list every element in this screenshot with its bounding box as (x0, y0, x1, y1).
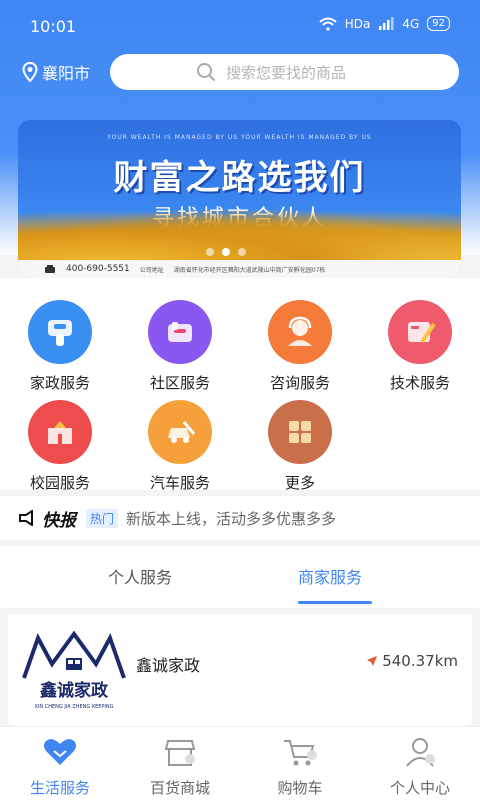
search-input[interactable]: 搜索您要找的商品 (110, 54, 459, 90)
search-placeholder: 搜索您要找的商品 (226, 63, 347, 82)
service-housekeeping[interactable]: 家政服务 (0, 300, 120, 393)
phone-icon (45, 265, 55, 273)
user-icon (406, 738, 435, 767)
news-logo: 快报 (18, 506, 76, 531)
merchant-name: 鑫诚家政 (136, 656, 201, 675)
banner-tagline: YOUR WEALTH IS MANAGED BY US YOUR WEALTH… (107, 134, 372, 141)
banner-address-label: 公司地址 (139, 266, 164, 274)
service-label: 更多 (284, 474, 315, 492)
service-tabs: 个人服务 商家服务 (0, 546, 480, 608)
nav-profile[interactable]: 个人中心 (360, 735, 480, 798)
news-ticker[interactable]: 快报 热门 新版本上线，活动多多优惠多多 (0, 496, 480, 540)
navigation-arrow-icon (367, 656, 378, 666)
nav-label: 百货商城 (149, 779, 210, 797)
banner-footer: 400-690-5551 公司地址 湖南省怀化市经开区舞阳大道武陵山中商广安孵化… (18, 260, 461, 278)
banner-phone: 400-690-5551 (66, 264, 130, 274)
service-consult[interactable]: 咨询服务 (240, 300, 360, 393)
tech-icon (388, 300, 452, 364)
search-icon (197, 63, 216, 82)
service-label: 社区服务 (149, 374, 210, 392)
nav-life-services[interactable]: 生活服务 (0, 735, 120, 798)
banner-address: 湖南省怀化市经开区舞阳大道武陵山中商广安孵化园07栋 (173, 266, 326, 274)
carousel-dot[interactable] (222, 248, 230, 256)
battery-badge: 92 (427, 16, 450, 31)
service-label: 汽车服务 (149, 474, 210, 492)
location-selector[interactable]: 襄阳市 (22, 60, 90, 84)
consult-icon (268, 300, 332, 364)
service-community[interactable]: 社区服务 (120, 300, 240, 393)
merchant-logo: 鑫诚家政 XIN CHENG JIA ZHENG KEEPING (22, 630, 126, 710)
merchant-card[interactable]: 鑫诚家政 XIN CHENG JIA ZHENG KEEPING 鑫诚家政 54… (8, 614, 472, 726)
location-label: 襄阳市 (42, 64, 91, 83)
status-time: 10:01 (30, 17, 77, 36)
service-campus[interactable]: 校园服务 (0, 400, 120, 493)
distance-value: 540.37km (382, 652, 458, 670)
nav-label: 生活服务 (29, 779, 90, 797)
tab-merchant[interactable]: 商家服务 (298, 564, 362, 588)
service-label: 校园服务 (29, 474, 90, 492)
car-icon (148, 400, 212, 464)
service-grid: 家政服务 社区服务 咨询服务 技术服务 校园服务 汽车服务 更多 (0, 278, 480, 493)
network-label: HDa (344, 16, 371, 31)
tab-active-underline (298, 601, 372, 604)
cart-icon (284, 740, 317, 766)
heart-icon (44, 739, 76, 765)
svg-text:鑫诚家政: 鑫诚家政 (39, 680, 109, 701)
bottom-nav: 生活服务 百货商城 购物车 个人中心 (0, 726, 480, 800)
banner-title: 财富之路选我们 (113, 158, 366, 198)
service-more[interactable]: 更多 (240, 400, 360, 493)
nav-store[interactable]: 百货商城 (120, 735, 240, 798)
merchant-distance: 540.37km (366, 652, 458, 670)
service-tech[interactable]: 技术服务 (360, 300, 480, 393)
service-label: 咨询服务 (269, 374, 330, 392)
promo-banner[interactable]: YOUR WEALTH IS MANAGED BY US YOUR WEALTH… (18, 120, 461, 278)
service-label: 家政服务 (29, 374, 90, 392)
news-text: 新版本上线，活动多多优惠多多 (126, 509, 337, 528)
signal-icon (379, 16, 394, 30)
location-pin-icon (22, 62, 38, 82)
hot-badge: 热门 (86, 508, 119, 528)
carousel-dot[interactable] (206, 248, 214, 256)
service-label: 技术服务 (389, 374, 450, 392)
carousel-dot[interactable] (238, 248, 246, 256)
store-icon (164, 740, 196, 766)
service-car[interactable]: 汽车服务 (120, 400, 240, 493)
news-logo-text: 快报 (42, 510, 76, 531)
status-bar: 10:01 HDa 4G 92 (0, 0, 480, 50)
nav-cart[interactable]: 购物车 (240, 735, 360, 798)
wifi-icon (319, 17, 337, 31)
housekeeping-icon (28, 300, 92, 364)
nav-label: 购物车 (277, 779, 323, 797)
more-icon (268, 400, 332, 464)
carousel-dots[interactable] (206, 248, 246, 256)
megaphone-icon (19, 510, 33, 526)
campus-icon (28, 400, 92, 464)
svg-text:XIN CHENG JIA ZHENG KEEPING: XIN CHENG JIA ZHENG KEEPING (34, 704, 113, 710)
tab-personal[interactable]: 个人服务 (108, 564, 172, 588)
signal-label: 4G (402, 16, 420, 31)
community-icon (148, 300, 212, 364)
nav-label: 个人中心 (389, 779, 450, 797)
